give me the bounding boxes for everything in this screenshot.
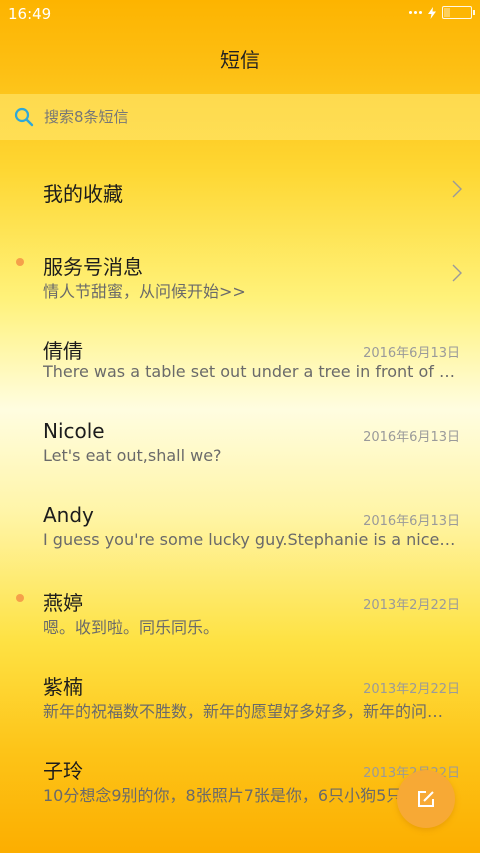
message-preview: Let's eat out,shall we? — [43, 446, 222, 465]
favorites-label: 我的收藏 — [43, 182, 123, 206]
page-title: 短信 — [220, 48, 260, 72]
status-icons — [409, 6, 475, 19]
message-preview: I guess you're some lucky guy.Stephanie … — [43, 530, 459, 549]
message-date: 2016年6月13日 — [363, 430, 460, 445]
conversation-item[interactable]: 燕婷 2013年2月22日 嗯。收到啦。同乐同乐。 — [0, 568, 480, 652]
message-date: 2016年6月13日 — [363, 514, 460, 529]
contact-name: 燕婷 — [43, 591, 83, 615]
message-preview: There was a table set out under a tree i… — [43, 362, 459, 381]
unread-dot — [16, 258, 24, 266]
message-date: 2013年2月22日 — [363, 682, 460, 697]
service-messages-item[interactable]: 服务号消息 情人节甜蜜，从问候开始>> — [0, 232, 480, 316]
contact-name: 子玲 — [43, 759, 83, 783]
search-icon — [14, 107, 34, 131]
battery-icon — [442, 6, 475, 19]
service-preview: 情人节甜蜜，从问候开始>> — [43, 282, 246, 301]
signal-icon — [409, 11, 422, 14]
conversation-item[interactable]: Nicole 2016年6月13日 Let's eat out,shall we… — [0, 400, 480, 484]
conversation-item[interactable]: Andy 2016年6月13日 I guess you're some luck… — [0, 484, 480, 568]
message-date: 2013年2月22日 — [363, 598, 460, 613]
favorites-item[interactable]: 我的收藏 — [0, 148, 480, 232]
search-input[interactable]: 搜索8条短信 — [44, 106, 129, 127]
search-bar[interactable]: 搜索8条短信 — [0, 94, 480, 140]
compose-icon — [418, 791, 434, 807]
unread-dot — [16, 594, 24, 602]
title-bar: 短信 — [0, 28, 480, 88]
chevron-right-icon — [452, 180, 462, 202]
charging-icon — [428, 6, 436, 19]
contact-name: 紫楠 — [43, 675, 83, 699]
conversation-item[interactable]: 紫楠 2013年2月22日 新年的祝福数不胜数，新年的愿望好多好多，新年的问候送… — [0, 652, 480, 736]
status-bar: 16:49 — [0, 0, 480, 28]
message-list: 我的收藏 服务号消息 情人节甜蜜，从问候开始>> 倩倩 2016年6月13日 T… — [0, 148, 480, 820]
message-preview: 嗯。收到啦。同乐同乐。 — [43, 618, 220, 637]
message-preview: 新年的祝福数不胜数，新年的愿望好多好多，新年的问候送给你... — [43, 702, 459, 721]
status-time: 16:49 — [8, 5, 52, 23]
message-date: 2016年6月13日 — [363, 346, 460, 361]
compose-button[interactable] — [397, 770, 455, 828]
contact-name: 倩倩 — [43, 339, 83, 363]
contact-name: Nicole — [43, 419, 105, 443]
service-title: 服务号消息 — [43, 255, 143, 279]
contact-name: Andy — [43, 503, 94, 527]
chevron-right-icon — [452, 264, 462, 286]
conversation-item[interactable]: 倩倩 2016年6月13日 There was a table set out … — [0, 316, 480, 400]
